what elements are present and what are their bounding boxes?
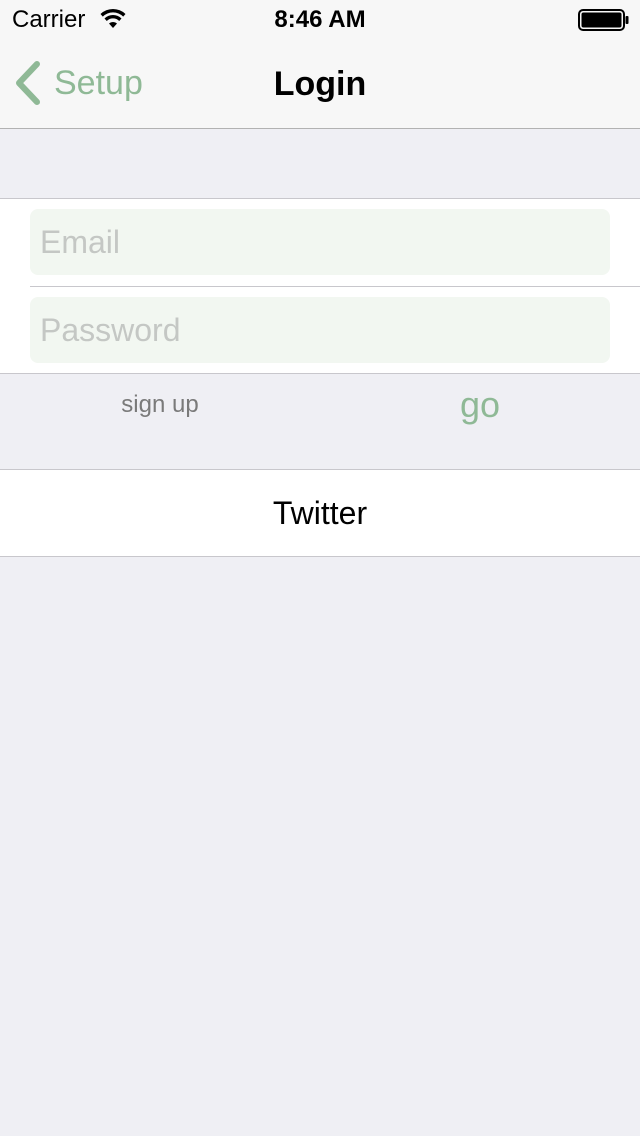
header: Carrier 8:46 AM Setup Login bbox=[0, 0, 640, 129]
go-button[interactable]: go bbox=[320, 380, 640, 430]
email-field[interactable] bbox=[30, 209, 610, 275]
login-form bbox=[0, 198, 640, 374]
password-field[interactable] bbox=[30, 297, 610, 363]
page-title: Login bbox=[273, 65, 367, 103]
login-screen: Carrier 8:46 AM Setup Login Email sign u… bbox=[0, 0, 640, 1136]
navigation-bar: Setup Login bbox=[0, 40, 640, 128]
battery-full-icon bbox=[578, 9, 629, 31]
status-bar: Carrier 8:46 AM bbox=[0, 0, 640, 40]
divider bbox=[30, 286, 640, 287]
sign-up-button[interactable]: sign up bbox=[0, 384, 320, 426]
twitter-login-button[interactable]: Twitter bbox=[0, 469, 640, 557]
clock: 8:46 AM bbox=[274, 6, 366, 33]
